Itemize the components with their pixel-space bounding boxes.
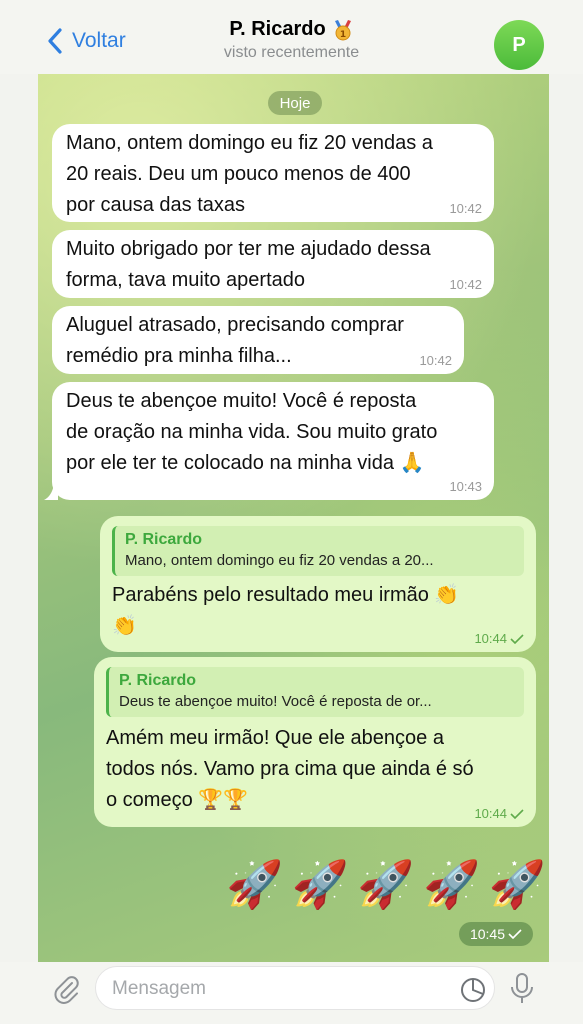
message-input[interactable]: Mensagem <box>95 966 495 1010</box>
read-check-icon <box>510 809 524 819</box>
outgoing-message[interactable]: P. Ricardo Deus te abençoe muito! Você é… <box>94 657 536 827</box>
bubble-tail <box>44 484 58 500</box>
incoming-message[interactable]: Muito obrigado por ter me ajudado dessa … <box>52 230 494 298</box>
message-time: 10:44 <box>474 632 524 646</box>
incoming-message[interactable]: Aluguel atrasado, precisando comprar rem… <box>52 306 464 374</box>
rocket-emoji: 🚀 <box>357 858 415 910</box>
rocket-emoji: 🚀 <box>488 858 546 910</box>
emoji-message[interactable]: 🚀 🚀 🚀 🚀 🚀 <box>226 854 546 914</box>
reply-quote[interactable]: P. Ricardo Mano, ontem domingo eu fiz 20… <box>112 526 524 576</box>
message-line: forma, tava muito apertado <box>66 269 306 291</box>
read-check-icon <box>510 634 524 644</box>
message-line: 👏 <box>112 615 137 637</box>
message-line: Deus te abençoe muito! Você é reposta <box>66 390 417 412</box>
message-time: 10:43 <box>449 479 482 494</box>
message-placeholder: Mensagem <box>112 978 206 999</box>
message-line: 20 reais. Deu um pouco menos de 400 <box>66 163 411 185</box>
message-time: 10:45 <box>459 922 533 946</box>
rocket-emoji: 🚀 <box>226 858 284 910</box>
message-time: 10:42 <box>449 277 482 292</box>
reply-author: P. Ricardo <box>119 672 197 689</box>
medal-icon: 1 <box>332 19 354 41</box>
reply-preview: Mano, ontem domingo eu fiz 20 vendas a 2… <box>125 552 434 569</box>
sticker-icon[interactable] <box>460 977 486 1003</box>
reply-preview: Deus te abençoe muito! Você é reposta de… <box>119 693 432 710</box>
message-time: 10:44 <box>474 807 524 821</box>
date-badge: Hoje <box>268 91 322 115</box>
avatar-letter: P <box>512 33 526 56</box>
rocket-emoji: 🚀 <box>423 858 481 910</box>
message-line: o começo 🏆🏆 <box>106 789 249 811</box>
avatar[interactable]: P <box>494 20 544 70</box>
message-time: 10:42 <box>419 353 452 368</box>
message-line: Parabéns pelo resultado meu irmão 👏 <box>112 584 460 606</box>
message-line: remédio pra minha filha... <box>66 345 292 367</box>
paperclip-icon[interactable] <box>52 974 82 1004</box>
message-line: Amém meu irmão! Que ele abençoe a <box>106 727 444 749</box>
incoming-message[interactable]: Deus te abençoe muito! Você é reposta de… <box>52 382 494 500</box>
chat-background: Hoje Mano, ontem domingo eu fiz 20 venda… <box>38 74 549 962</box>
contact-name: P. Ricardo <box>229 18 326 40</box>
incoming-message[interactable]: Mano, ontem domingo eu fiz 20 vendas a 2… <box>52 124 494 222</box>
svg-text:1: 1 <box>340 30 346 40</box>
message-line: por causa das taxas <box>66 194 245 216</box>
rocket-emoji: 🚀 <box>291 858 349 910</box>
outgoing-message[interactable]: P. Ricardo Mano, ontem domingo eu fiz 20… <box>100 516 536 652</box>
microphone-icon[interactable] <box>509 972 535 1006</box>
message-line: todos nós. Vamo pra cima que ainda é só <box>106 758 474 780</box>
message-time: 10:42 <box>449 201 482 216</box>
reply-author: P. Ricardo <box>125 531 203 548</box>
message-line: de oração na minha vida. Sou muito grato <box>66 421 438 443</box>
message-line: Mano, ontem domingo eu fiz 20 vendas a <box>66 132 433 154</box>
reply-quote[interactable]: P. Ricardo Deus te abençoe muito! Você é… <box>106 667 524 717</box>
read-check-icon <box>508 929 522 939</box>
chat-header: Voltar P. Ricardo 1 visto recentemente P <box>0 0 583 74</box>
message-line: Muito obrigado por ter me ajudado dessa <box>66 238 431 260</box>
message-line: por ele ter te colocado na minha vida 🙏 <box>66 452 425 474</box>
message-line: Aluguel atrasado, precisando comprar <box>66 314 404 336</box>
